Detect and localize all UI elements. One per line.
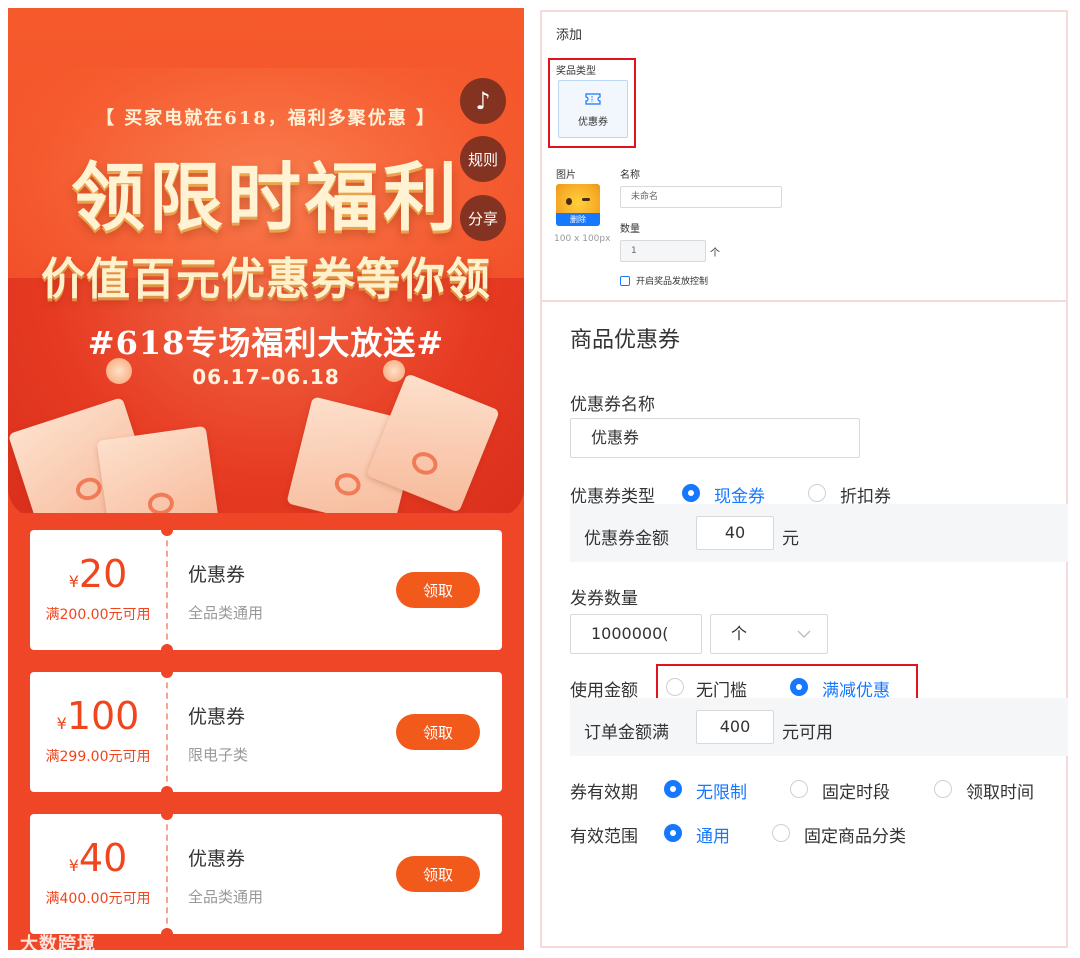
coupon-divider bbox=[166, 814, 168, 934]
banner-subheadline: 价值百元优惠券等你领 bbox=[41, 254, 491, 305]
issue-qty-unit-select[interactable]: 个 bbox=[710, 614, 828, 654]
validity-unlimited-label[interactable]: 无限制 bbox=[696, 778, 747, 803]
quantity-input[interactable]: 1 bbox=[620, 240, 706, 262]
coupon-notch bbox=[161, 644, 173, 656]
section-title: 商品优惠券 bbox=[570, 328, 681, 353]
coupon-divider bbox=[166, 530, 168, 650]
coupon-value: 20 bbox=[78, 552, 128, 596]
coupon-amount: ¥100 bbox=[30, 694, 166, 738]
coupon-card: ¥20 满200.00元可用 优惠券 全品类通用 领取 bbox=[30, 524, 502, 656]
prize-image[interactable]: 删除 bbox=[556, 184, 600, 226]
currency-symbol: ¥ bbox=[68, 572, 79, 591]
coupon-value: 40 bbox=[78, 836, 128, 880]
coupon-scope: 全品类通用 bbox=[188, 604, 264, 622]
issue-qty-input[interactable]: 1000000( bbox=[570, 614, 702, 654]
currency-symbol: ¥ bbox=[56, 714, 67, 733]
validity-fixed-period-label[interactable]: 固定时段 bbox=[822, 778, 890, 803]
share-label: 分享 bbox=[467, 209, 498, 228]
coupon-settings-form: 商品优惠券 优惠券名称 优惠券 优惠券类型 现金券 折扣券 优惠券金额 40 元… bbox=[540, 302, 1068, 948]
coupon-name-label: 优惠券名称 bbox=[570, 395, 655, 415]
coupon-title: 优惠券 bbox=[188, 848, 246, 870]
coupon-amount: ¥40 bbox=[30, 836, 166, 880]
coupon-notch bbox=[161, 524, 173, 536]
panel-title: 添加 bbox=[556, 28, 583, 43]
rules-label: 规则 bbox=[467, 150, 498, 169]
coupon-condition: 满200.00元可用 bbox=[45, 607, 151, 623]
validity-fixed-period-radio[interactable] bbox=[790, 780, 808, 798]
type-cash-radio[interactable] bbox=[682, 484, 700, 502]
quantity-unit: 个 bbox=[710, 248, 720, 259]
coupon-title: 优惠券 bbox=[188, 706, 246, 728]
amount-row: 优惠券金额 40 元 bbox=[570, 504, 1068, 562]
amount-label: 优惠券金额 bbox=[584, 529, 669, 549]
claim-button[interactable]: 领取 bbox=[396, 856, 480, 892]
banner-headline: 领限时福利 bbox=[71, 155, 461, 241]
threshold-input[interactable]: 400 bbox=[696, 710, 774, 744]
threshold-unit: 元可用 bbox=[782, 723, 833, 743]
coupon-divider bbox=[166, 672, 168, 792]
music-button[interactable]: ♪ bbox=[460, 78, 506, 124]
banner-date-range: 06.17–06.18 bbox=[192, 365, 340, 389]
type-discount-radio[interactable] bbox=[808, 484, 826, 502]
amount-input[interactable]: 40 bbox=[696, 516, 774, 550]
issue-qty-label: 发券数量 bbox=[570, 589, 638, 609]
amount-unit: 元 bbox=[782, 529, 799, 549]
avatar-eye bbox=[566, 198, 572, 205]
music-note-icon: ♪ bbox=[475, 87, 491, 115]
quantity-label: 数量 bbox=[620, 224, 640, 235]
coupon-title: 优惠券 bbox=[188, 564, 246, 586]
validity-unlimited-radio[interactable] bbox=[664, 780, 682, 798]
coupon-card: ¥40 满400.00元可用 优惠券 全品类通用 领取 bbox=[30, 808, 502, 940]
threshold-label: 订单金额满 bbox=[584, 723, 669, 743]
coupon-notch bbox=[161, 808, 173, 820]
threshold-row: 订单金额满 400 元可用 bbox=[570, 698, 1068, 756]
rules-button[interactable]: 规则 bbox=[460, 136, 506, 182]
chevron-down-icon bbox=[797, 630, 811, 638]
scope-general-label[interactable]: 通用 bbox=[696, 822, 730, 847]
coupon-amount: ¥20 bbox=[30, 552, 166, 596]
coupon-value: 100 bbox=[66, 694, 140, 738]
coupon-scope: 全品类通用 bbox=[188, 888, 264, 906]
scope-fixed-category-radio[interactable] bbox=[772, 824, 790, 842]
delete-image-button[interactable]: 删除 bbox=[556, 213, 600, 226]
banner-top-line: 【 买家电就在618，福利多聚优惠 】 bbox=[95, 108, 437, 129]
image-label: 图片 bbox=[556, 170, 576, 181]
scope-label: 有效范围 bbox=[570, 827, 638, 847]
coupon-page-preview: 【 买家电就在618，福利多聚优惠 】 领限时福利 价值百元优惠券等你领 #61… bbox=[8, 8, 524, 950]
scope-general-radio[interactable] bbox=[664, 824, 682, 842]
share-button[interactable]: 分享 bbox=[460, 195, 506, 241]
validity-label: 券有效期 bbox=[570, 783, 638, 803]
validity-claim-time-label[interactable]: 领取时间 bbox=[966, 778, 1034, 803]
coupon-scope: 限电子类 bbox=[188, 746, 249, 764]
coupon-list: ¥20 满200.00元可用 优惠券 全品类通用 领取 ¥100 满299.00… bbox=[8, 513, 524, 950]
avatar-eye bbox=[582, 198, 590, 201]
name-label: 名称 bbox=[620, 170, 640, 181]
issue-control-label: 开启奖品发放控制 bbox=[636, 277, 709, 287]
coupon-notch bbox=[161, 786, 173, 798]
coupon-condition: 满400.00元可用 bbox=[45, 891, 151, 907]
scope-fixed-category-label[interactable]: 固定商品分类 bbox=[804, 822, 906, 847]
currency-symbol: ¥ bbox=[68, 856, 79, 875]
issue-control-checkbox[interactable] bbox=[620, 276, 630, 286]
validity-claim-time-radio[interactable] bbox=[934, 780, 952, 798]
coupon-notch bbox=[161, 928, 173, 940]
claim-button[interactable]: 领取 bbox=[396, 572, 480, 608]
claim-button[interactable]: 领取 bbox=[396, 714, 480, 750]
coupon-name-input[interactable]: 优惠券 bbox=[570, 418, 860, 458]
highlight-box bbox=[548, 58, 636, 148]
coupon-notch bbox=[161, 666, 173, 678]
image-size-hint: 100 x 100px bbox=[554, 234, 611, 244]
issue-qty-unit-value: 个 bbox=[731, 624, 748, 643]
coupon-card: ¥100 满299.00元可用 优惠券 限电子类 领取 bbox=[30, 666, 502, 798]
name-input[interactable]: 未命名 bbox=[620, 186, 782, 208]
banner-hashtag: #618专场福利大放送# bbox=[87, 324, 445, 362]
add-prize-panel: 添加 奖品类型 优惠券 图片 删除 100 x 100px 名称 未命名 数量 … bbox=[540, 10, 1068, 302]
coupon-condition: 满299.00元可用 bbox=[45, 749, 151, 765]
watermark: 大数跨境 bbox=[20, 934, 96, 950]
